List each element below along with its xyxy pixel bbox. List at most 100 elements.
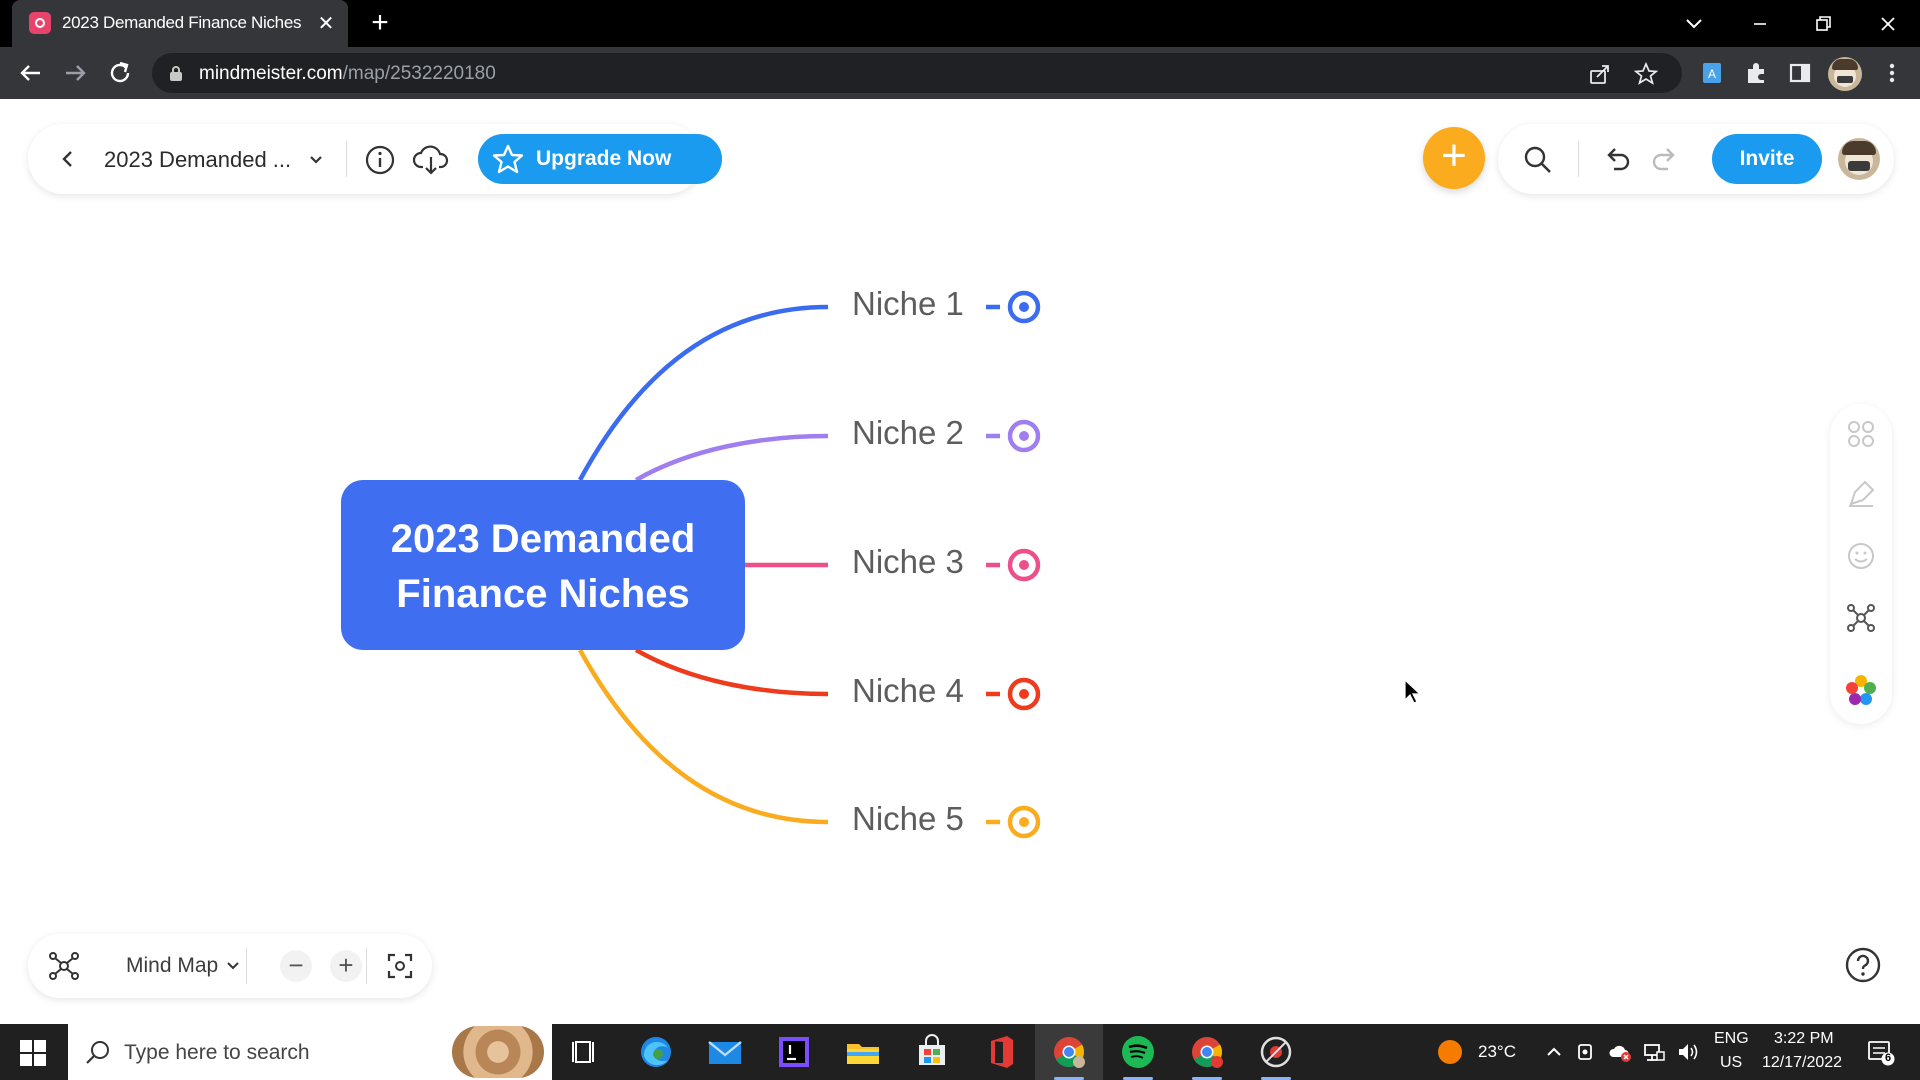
browser-menu-icon[interactable] <box>1876 57 1908 89</box>
topic-niche-3[interactable]: Niche 3 <box>852 543 964 581</box>
new-tab-button[interactable]: + <box>366 8 394 38</box>
mail-icon[interactable] <box>705 1032 745 1072</box>
cloud-download-icon[interactable] <box>412 143 450 177</box>
share-icon[interactable] <box>1588 62 1612 86</box>
search-icon[interactable] <box>1522 144 1554 176</box>
volume-icon[interactable] <box>1676 1040 1700 1064</box>
reload-icon[interactable] <box>104 57 136 89</box>
color-theme-icon[interactable] <box>1845 674 1877 706</box>
restore-icon[interactable] <box>1803 8 1843 40</box>
search-highlight-image <box>452 1026 544 1078</box>
chevron-down-icon[interactable] <box>224 957 242 975</box>
language-indicator[interactable]: ENG <box>1714 1030 1749 1048</box>
branch-collapse-toggle-5[interactable] <box>986 805 1041 839</box>
back-arrow-icon[interactable] <box>14 57 46 89</box>
redo-icon[interactable] <box>1650 144 1680 174</box>
extension-translate-icon[interactable]: A <box>1696 57 1728 89</box>
office-icon[interactable] <box>981 1032 1021 1072</box>
layout-nodes-icon[interactable] <box>1845 418 1877 450</box>
zoom-in-button[interactable]: + <box>330 950 362 982</box>
minimize-icon[interactable] <box>1740 8 1780 40</box>
branch-line-4 <box>634 648 829 697</box>
mind-map-canvas[interactable]: 2023 Demanded Finance Niches Niche 1 Nic… <box>0 99 1920 1024</box>
bookmark-star-icon[interactable] <box>1634 62 1658 86</box>
screen-recorder-icon[interactable] <box>1256 1032 1296 1072</box>
mouse-cursor-icon <box>1404 679 1422 704</box>
toolbar-divider <box>246 948 247 984</box>
extensions-puzzle-icon[interactable] <box>1740 57 1772 89</box>
network-icon[interactable] <box>1642 1040 1666 1064</box>
clock-date[interactable]: 12/17/2022 <box>1762 1054 1842 1072</box>
branch-collapse-toggle-4[interactable] <box>986 677 1041 711</box>
chevron-down-icon[interactable] <box>306 150 326 170</box>
back-to-dashboard-icon[interactable] <box>54 144 80 174</box>
notification-center-icon[interactable]: 6 <box>1866 1038 1896 1066</box>
tab-title: 2023 Demanded Finance Niches <box>62 13 302 32</box>
file-explorer-icon[interactable] <box>843 1032 883 1072</box>
branch-collapse-toggle-3[interactable] <box>986 548 1041 582</box>
svg-text:A: A <box>1708 67 1716 81</box>
connect-nodes-icon[interactable] <box>1845 602 1877 634</box>
emoji-icon[interactable] <box>1845 540 1877 572</box>
url-text[interactable]: mindmeister.com/map/2532220180 <box>199 63 496 85</box>
undo-icon[interactable] <box>1602 144 1632 174</box>
clock-time[interactable]: 3:22 PM <box>1774 1030 1834 1048</box>
side-tool-palette <box>1830 404 1892 724</box>
map-actions-toolbar: Invite <box>1498 124 1894 194</box>
map-header-toolbar: 2023 Demanded ... Upgrade Now <box>28 124 722 194</box>
jetbrains-ide-icon[interactable] <box>774 1032 814 1072</box>
info-icon[interactable] <box>364 144 396 176</box>
invite-button[interactable]: Invite <box>1712 134 1822 184</box>
topic-niche-5[interactable]: Niche 5 <box>852 800 964 838</box>
close-window-icon[interactable] <box>1868 8 1908 40</box>
microsoft-store-icon[interactable] <box>912 1032 952 1072</box>
browser-profile-avatar[interactable] <box>1828 57 1862 91</box>
browser-nav-bar: mindmeister.com/map/2532220180 A <box>0 47 1920 99</box>
tab-close-button[interactable]: ✕ <box>314 12 338 36</box>
task-view-icon[interactable] <box>565 1032 605 1072</box>
add-topic-button[interactable]: + <box>1423 127 1485 189</box>
topic-niche-2[interactable]: Niche 2 <box>852 414 964 452</box>
star-icon <box>492 144 524 174</box>
search-placeholder: Type here to search <box>124 1041 310 1064</box>
branch-collapse-toggle-1[interactable] <box>986 290 1041 324</box>
central-topic-node[interactable]: 2023 Demanded Finance Niches <box>341 480 745 650</box>
chrome-profile-icon[interactable] <box>1187 1032 1227 1072</box>
mind-map-view-icon[interactable] <box>48 950 80 982</box>
chrome-icon[interactable] <box>1049 1032 1089 1072</box>
upgrade-now-button[interactable]: Upgrade Now <box>478 134 722 184</box>
search-icon <box>86 1041 109 1064</box>
toolbar-divider <box>366 948 367 984</box>
edge-browser-icon[interactable] <box>636 1032 676 1072</box>
screen: 2023 Demanded Finance Niches ✕ + mindmei… <box>0 0 1920 1080</box>
zoom-out-button[interactable]: − <box>280 950 312 982</box>
view-mode-label[interactable]: Mind Map <box>126 954 218 978</box>
forward-arrow-icon[interactable] <box>60 57 92 89</box>
keyboard-layout-indicator[interactable]: US <box>1720 1054 1742 1072</box>
address-bar[interactable]: mindmeister.com/map/2532220180 <box>152 53 1682 93</box>
meet-now-icon[interactable] <box>1574 1040 1598 1064</box>
weather-sun-icon[interactable] <box>1436 1038 1464 1066</box>
onedrive-error-icon[interactable] <box>1608 1040 1632 1064</box>
taskbar-search-box[interactable]: Type here to search <box>68 1024 552 1080</box>
spotify-icon[interactable] <box>1118 1032 1158 1072</box>
tab-search-chevron-icon[interactable] <box>1674 8 1714 40</box>
paint-style-icon[interactable] <box>1845 478 1877 510</box>
branch-line-2 <box>634 433 829 482</box>
windows-start-icon[interactable] <box>20 1040 46 1066</box>
show-hidden-icons-chevron-icon[interactable] <box>1542 1040 1566 1064</box>
user-avatar[interactable] <box>1838 138 1880 180</box>
side-panel-icon[interactable] <box>1784 57 1816 89</box>
browser-tab-strip: 2023 Demanded Finance Niches ✕ + <box>0 0 1920 47</box>
weather-temperature[interactable]: 23°C <box>1478 1042 1516 1062</box>
help-icon[interactable] <box>1842 944 1884 986</box>
map-title[interactable]: 2023 Demanded ... <box>104 147 291 173</box>
lock-icon[interactable] <box>170 66 182 81</box>
topic-niche-4[interactable]: Niche 4 <box>852 672 964 710</box>
fit-to-screen-icon[interactable] <box>384 950 416 982</box>
topic-niche-1[interactable]: Niche 1 <box>852 285 964 323</box>
browser-tab[interactable]: 2023 Demanded Finance Niches ✕ <box>12 0 348 47</box>
mindmeister-favicon-icon <box>29 12 51 34</box>
branch-collapse-toggle-2[interactable] <box>986 419 1041 453</box>
toolbar-divider <box>1578 141 1579 177</box>
